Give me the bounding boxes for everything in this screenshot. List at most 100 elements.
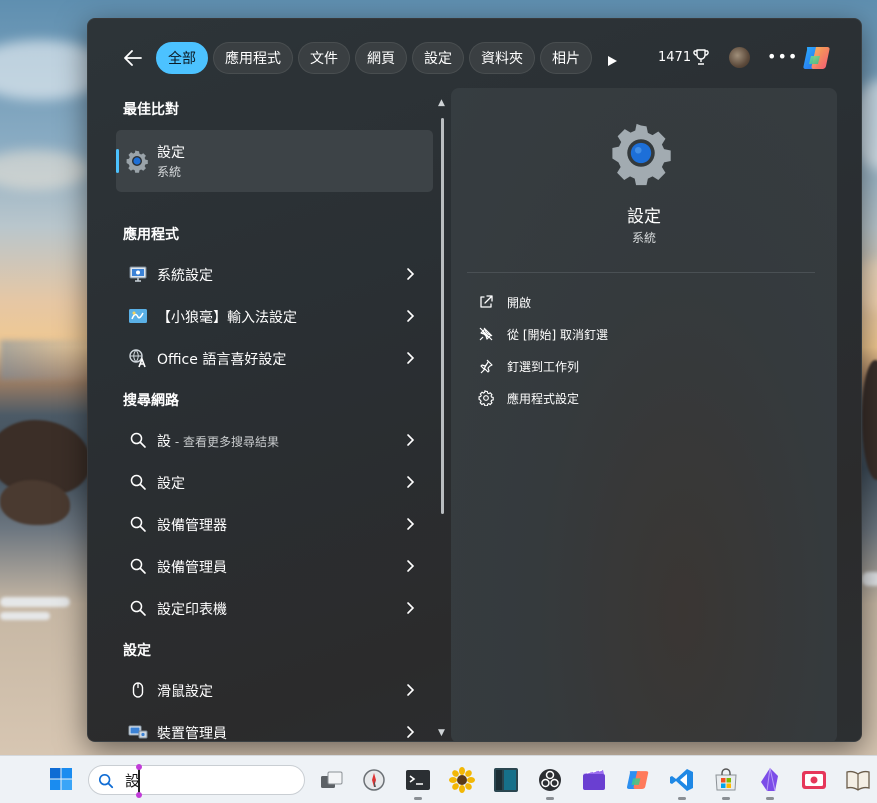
chevron-right-icon[interactable] — [405, 558, 415, 572]
chevron-right-icon[interactable] — [405, 600, 415, 614]
result-web-settings[interactable]: 設定 — [116, 461, 433, 501]
more-filters-play-icon[interactable] — [606, 52, 618, 66]
search-icon — [128, 556, 148, 576]
caret-handle-bottom — [136, 792, 142, 798]
scroll-up-arrow-icon[interactable]: ▲ — [438, 98, 445, 108]
search-icon — [98, 773, 114, 789]
scroll-down-arrow-icon[interactable]: ▼ — [438, 728, 445, 738]
back-arrow-icon[interactable] — [121, 46, 145, 70]
tab-photos[interactable]: 相片 — [540, 42, 592, 74]
chevron-right-icon[interactable] — [405, 308, 415, 322]
result-mouse-settings[interactable]: 滑鼠設定 — [116, 669, 433, 709]
chevron-right-icon[interactable] — [405, 350, 415, 364]
vscode-icon[interactable] — [668, 766, 696, 800]
chevron-right-icon[interactable] — [405, 516, 415, 530]
action-label: 從 [開始] 取消釘選 — [507, 328, 608, 342]
result-device-manager[interactable]: 裝置管理員 — [116, 711, 433, 742]
action-pin-taskbar[interactable]: 釘選到工作列 — [473, 353, 793, 379]
action-label: 釘選到工作列 — [507, 360, 580, 374]
result-web-device-manager[interactable]: 設備管理器 — [116, 503, 433, 543]
result-preview-pane: 設定 系統 開啟 從 [開始] 取消釘選 釘選到工作列 應用程式設定 — [451, 88, 837, 741]
microsoft-store-icon[interactable] — [712, 766, 740, 800]
running-indicator — [678, 797, 686, 800]
compass-app-icon[interactable] — [360, 766, 388, 794]
chevron-right-icon[interactable] — [405, 682, 415, 696]
results-scrollbar[interactable]: ▲ ▼ — [438, 98, 448, 738]
chevron-right-icon[interactable] — [405, 432, 415, 446]
windows-start-icon[interactable] — [49, 767, 73, 791]
user-avatar[interactable] — [729, 47, 750, 68]
open-external-icon — [478, 294, 494, 310]
sunflower-app-icon[interactable] — [448, 766, 476, 794]
result-ime-settings[interactable]: 【小狼毫】輸入法設定 — [116, 295, 433, 335]
chevron-right-icon[interactable] — [405, 266, 415, 280]
action-label: 開啟 — [507, 296, 532, 310]
action-unpin-start[interactable]: 從 [開始] 取消釘選 — [473, 321, 793, 347]
rewards-points: 1471 — [658, 50, 692, 65]
tab-web[interactable]: 網頁 — [355, 42, 407, 74]
settings-gear-icon — [125, 149, 149, 173]
apps-header: 應用程式 — [123, 227, 179, 243]
settings-header: 設定 — [123, 643, 151, 659]
tab-settings[interactable]: 設定 — [412, 42, 464, 74]
tab-all[interactable]: 全部 — [156, 42, 208, 74]
text-caret — [138, 769, 140, 793]
obs-studio-icon[interactable] — [536, 766, 564, 800]
result-label: 【小狼毫】輸入法設定 — [157, 310, 297, 326]
screen-recorder-icon[interactable] — [800, 766, 828, 794]
chevron-right-icon[interactable] — [405, 474, 415, 488]
running-indicator — [546, 797, 554, 800]
book-reader-icon[interactable] — [844, 766, 872, 794]
search-icon — [128, 598, 148, 618]
search-panel: 全部 應用程式 文件 網頁 設定 資料夾 相片 1471 ••• 最佳比對 設定… — [87, 18, 862, 742]
search-web-header: 搜尋網路 — [123, 393, 179, 409]
more-options-button[interactable]: ••• — [767, 47, 798, 66]
search-results-list: 最佳比對 設定 系統 應用程式 系統設定 【小狼毫】輸入法設定 Office 語… — [88, 89, 450, 742]
running-indicator — [766, 797, 774, 800]
sidebar-app-icon[interactable] — [492, 766, 520, 794]
scrollbar-thumb[interactable] — [441, 118, 444, 514]
running-indicator — [414, 797, 422, 800]
clipchamp-icon[interactable] — [580, 766, 608, 794]
action-app-settings[interactable]: 應用程式設定 — [473, 385, 793, 411]
tab-documents[interactable]: 文件 — [298, 42, 350, 74]
chevron-right-icon[interactable] — [405, 724, 415, 738]
copilot-app-icon[interactable] — [624, 766, 652, 794]
preview-divider — [467, 272, 815, 273]
preview-subtitle: 系統 — [631, 231, 656, 245]
filter-tabs: 全部 應用程式 文件 網頁 設定 資料夾 相片 — [156, 42, 592, 74]
result-web-device-admin[interactable]: 設備管理員 — [116, 545, 433, 585]
result-label: 設 - 查看更多搜尋結果 — [157, 434, 279, 450]
selection-indicator — [116, 149, 119, 173]
result-label: 設定 — [157, 476, 185, 492]
obsidian-icon[interactable] — [756, 766, 784, 800]
unpin-icon — [478, 326, 494, 342]
result-label: Office 語言喜好設定 — [157, 352, 287, 368]
result-label: 系統設定 — [157, 268, 213, 284]
result-office-language[interactable]: Office 語言喜好設定 — [116, 337, 433, 377]
rewards-trophy-icon[interactable] — [693, 48, 709, 66]
gear-icon — [478, 390, 494, 407]
best-match-subtitle: 系統 — [157, 165, 182, 179]
taskbar — [0, 755, 877, 803]
running-indicator — [722, 797, 730, 800]
result-system-settings[interactable]: 系統設定 — [116, 253, 433, 293]
result-web-search-more[interactable]: 設 - 查看更多搜尋結果 — [116, 419, 433, 459]
keyboard-ime-icon — [128, 306, 148, 326]
result-label: 裝置管理員 — [157, 726, 227, 742]
result-label: 設備管理器 — [157, 518, 227, 534]
tab-folders[interactable]: 資料夾 — [469, 42, 535, 74]
search-input[interactable] — [125, 770, 285, 790]
copilot-icon[interactable] — [801, 42, 833, 74]
result-web-printer-setup[interactable]: 設定印表機 — [116, 587, 433, 627]
terminal-icon[interactable] — [404, 766, 432, 800]
best-match-title: 設定 — [157, 145, 185, 161]
taskbar-search-box[interactable] — [88, 764, 305, 798]
pin-icon — [478, 358, 494, 374]
action-open[interactable]: 開啟 — [473, 289, 793, 315]
task-view-icon[interactable] — [318, 766, 346, 794]
tab-apps[interactable]: 應用程式 — [213, 42, 293, 74]
office-language-icon — [128, 348, 148, 368]
result-label: 設定印表機 — [157, 602, 227, 618]
best-match-settings[interactable]: 設定 系統 — [116, 130, 433, 192]
